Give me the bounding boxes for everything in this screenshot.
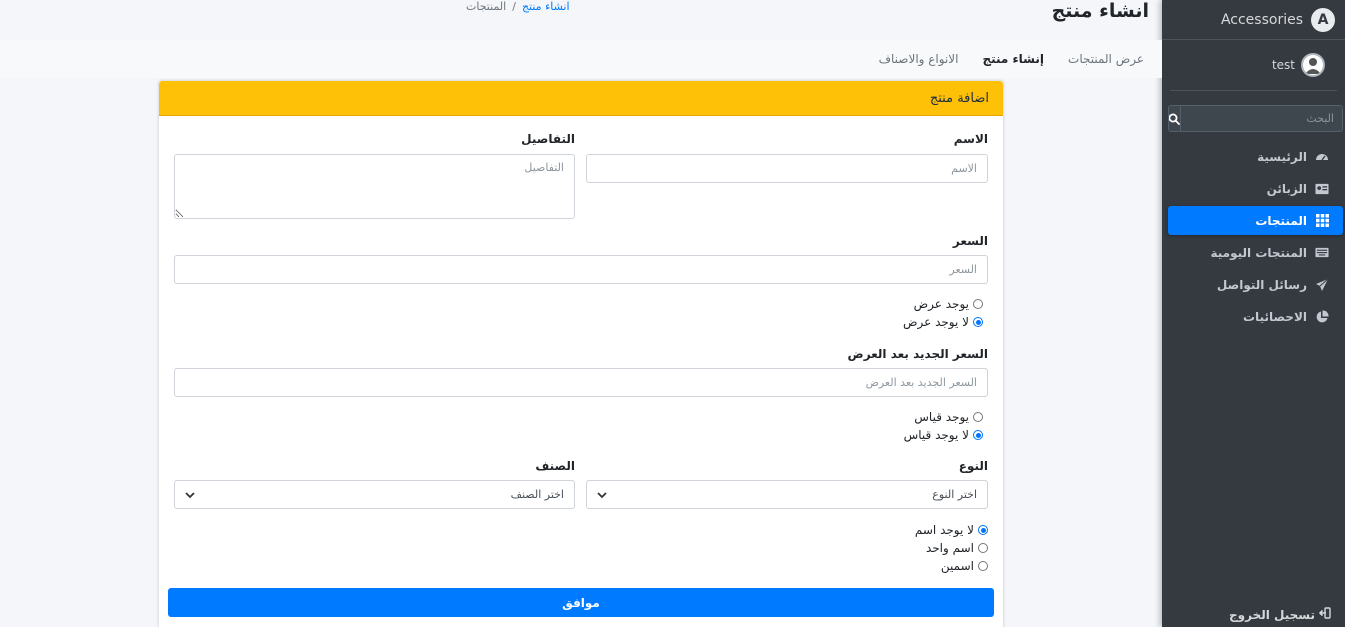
logout-icon: [1318, 607, 1331, 622]
size-no-radio[interactable]: [973, 430, 983, 440]
sidebar-item-label: المنتجات اليومية: [1210, 245, 1308, 260]
details-textarea[interactable]: [174, 154, 575, 219]
type-select-value: اختر النوع: [932, 488, 977, 501]
type-select[interactable]: اختر النوع: [586, 480, 988, 509]
type-label: النوع: [958, 459, 988, 473]
sidebar-item-label: الرئيسية: [1257, 149, 1307, 164]
grid-icon: [1315, 214, 1329, 228]
brand-logo-icon: A: [1311, 7, 1335, 32]
brand-name: Accessories: [1220, 11, 1303, 28]
dashboard-icon: [1315, 150, 1329, 164]
names-two-option[interactable]: اسمين: [941, 559, 988, 573]
offer-yes-label: يوجد عرض: [913, 297, 969, 311]
paper-plane-icon: [1315, 278, 1329, 292]
offer-no-radio[interactable]: [973, 317, 983, 327]
names-one-label: اسم واحد: [925, 541, 974, 555]
sidebar-item-label: الاحصائيات: [1243, 309, 1307, 324]
brand-link[interactable]: Accessories A: [1162, 0, 1345, 40]
sidebar-item-products[interactable]: المنتجات: [1168, 206, 1343, 235]
category-select[interactable]: اختر الصنف: [174, 480, 575, 509]
submit-button[interactable]: موافق: [168, 588, 994, 617]
keyboard-icon: [1315, 246, 1329, 260]
pie-chart-icon: [1315, 309, 1329, 324]
card-header: اضافة منتج: [159, 81, 1003, 116]
size-no-option[interactable]: لا يوجد قياس: [904, 428, 983, 442]
names-one-radio[interactable]: [978, 543, 988, 553]
sidebar-item-label: الزبائن: [1266, 181, 1307, 196]
sidebar-item-messages[interactable]: رسائل التواصل: [1168, 270, 1343, 299]
new-price-input[interactable]: [174, 368, 988, 397]
new-price-label: السعر الجديد بعد العرض: [847, 347, 988, 361]
breadcrumb-current[interactable]: انشاء منتج: [522, 0, 570, 13]
tab-create-product[interactable]: إنشاء منتج: [982, 52, 1044, 66]
user-name: test: [1271, 58, 1295, 72]
breadcrumb-parent[interactable]: المنتجات: [466, 0, 506, 13]
page-title: انشاء منتج: [1051, 0, 1149, 22]
sidebar-item-daily-products[interactable]: المنتجات اليومية: [1168, 238, 1343, 267]
sidebar-item-customers[interactable]: الزبائن: [1168, 174, 1343, 203]
category-label: الصنف: [535, 459, 575, 473]
names-none-label: لا يوجد اسم: [914, 523, 974, 537]
size-yes-option[interactable]: يوجد قياس: [914, 410, 983, 424]
search-input[interactable]: [1181, 106, 1342, 131]
offer-no-label: لا يوجد عرض: [902, 315, 969, 329]
avatar: [1301, 53, 1325, 77]
breadcrumb-separator: /: [512, 0, 516, 13]
names-two-label: اسمين: [940, 559, 974, 573]
search-icon: [1169, 113, 1180, 125]
logout-link[interactable]: تسجيل الخروج: [1229, 607, 1331, 622]
sidebar-item-label: المنتجات: [1255, 213, 1307, 228]
size-yes-label: يوجد قياس: [914, 410, 969, 424]
names-none-radio[interactable]: [978, 525, 988, 535]
chevron-down-icon: [185, 491, 195, 498]
sidebar-item-label: رسائل التواصل: [1216, 277, 1307, 292]
size-no-label: لا يوجد قياس: [903, 428, 969, 442]
offer-yes-radio[interactable]: [973, 299, 983, 309]
sidebar-search: [1168, 105, 1343, 132]
price-label: السعر: [952, 234, 988, 248]
names-none-option[interactable]: لا يوجد اسم: [915, 523, 988, 537]
search-button[interactable]: [1169, 106, 1181, 131]
size-yes-radio[interactable]: [973, 412, 983, 422]
price-input[interactable]: [174, 255, 988, 284]
name-label: الاسم: [953, 132, 988, 146]
tab-view-products[interactable]: عرض المنتجات: [1068, 52, 1144, 66]
breadcrumb: انشاء منتج / المنتجات: [466, 0, 570, 13]
chevron-down-icon: [597, 491, 607, 498]
add-product-card: اضافة منتج الاسم التفاصيل السعر يوجد عرض…: [158, 80, 1004, 627]
details-label: التفاصيل: [521, 132, 575, 146]
logout-label: تسجيل الخروج: [1229, 607, 1315, 622]
category-select-value: اختر الصنف: [510, 488, 564, 501]
sidebar-nav: الرئيسية الزبائن المنتجات المنتجات اليوم…: [1162, 142, 1345, 331]
names-one-option[interactable]: اسم واحد: [926, 541, 988, 555]
top-nav: عرض المنتجات إنشاء منتج الانواع والاصناف: [0, 40, 1162, 78]
names-two-radio[interactable]: [978, 561, 988, 571]
sidebar: Accessories A test الرئيسية الزبائن المن…: [1162, 0, 1345, 627]
user-panel[interactable]: test: [1170, 40, 1337, 91]
offer-no-option[interactable]: لا يوجد عرض: [903, 315, 983, 329]
offer-yes-option[interactable]: يوجد عرض: [914, 297, 983, 311]
id-card-icon: [1315, 182, 1329, 196]
sidebar-item-home[interactable]: الرئيسية: [1168, 142, 1343, 171]
sidebar-item-statistics[interactable]: الاحصائيات: [1168, 302, 1343, 331]
name-input[interactable]: [586, 154, 988, 183]
tab-types-categories[interactable]: الانواع والاصناف: [879, 52, 959, 66]
